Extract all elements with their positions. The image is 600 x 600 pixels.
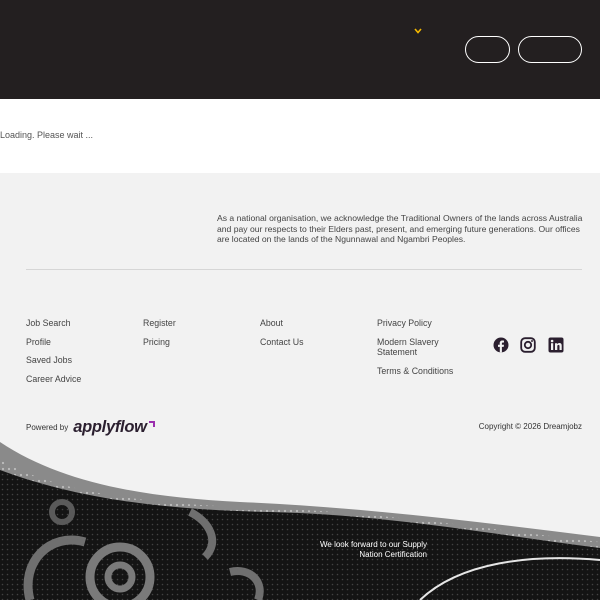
applyflow-mark-icon [148, 420, 155, 427]
copyright-text: Copyright © 2026 Dreamjobz [478, 422, 582, 431]
footer-link-career-advice[interactable]: Career Advice [26, 374, 126, 385]
powered-by[interactable]: Powered by applyflow [26, 418, 156, 437]
instagram-icon[interactable] [520, 337, 536, 353]
footer-link-modern-slavery[interactable]: Modern Slavery Statement [377, 337, 472, 358]
footer-link-terms[interactable]: Terms & Conditions [377, 366, 472, 377]
footer-link-job-search[interactable]: Job Search [26, 318, 126, 329]
aboriginal-art-decoration [0, 442, 600, 600]
login-button[interactable] [465, 36, 510, 63]
footer-column-jobs: Job Search Profile Saved Jobs Career Adv… [26, 318, 126, 384]
footer-link-pricing[interactable]: Pricing [143, 337, 243, 348]
linkedin-icon[interactable] [548, 337, 564, 353]
facebook-icon[interactable] [493, 337, 509, 353]
supply-nation-text: We look forward to our Supply Nation Cer… [319, 540, 427, 559]
footer-divider [26, 269, 582, 270]
powered-by-label: Powered by [26, 423, 69, 432]
acknowledgement-text: As a national organisation, we acknowled… [217, 213, 583, 245]
footer-column-account: Register Pricing [143, 318, 243, 347]
applyflow-logo: applyflow [73, 418, 147, 436]
post-job-button[interactable] [518, 36, 582, 63]
footer-column-legal: Privacy Policy Modern Slavery Statement … [377, 318, 472, 376]
footer-link-privacy[interactable]: Privacy Policy [377, 318, 472, 329]
footer-link-about[interactable]: About [260, 318, 360, 329]
footer-link-contact[interactable]: Contact Us [260, 337, 360, 348]
footer-column-company: About Contact Us [260, 318, 360, 347]
loading-text: Loading. Please wait ... [0, 130, 94, 140]
footer-link-register[interactable]: Register [143, 318, 243, 329]
footer-link-saved-jobs[interactable]: Saved Jobs [26, 355, 126, 366]
footer-link-profile[interactable]: Profile [26, 337, 126, 348]
chevron-down-icon[interactable] [412, 25, 424, 37]
site-header [0, 0, 600, 99]
